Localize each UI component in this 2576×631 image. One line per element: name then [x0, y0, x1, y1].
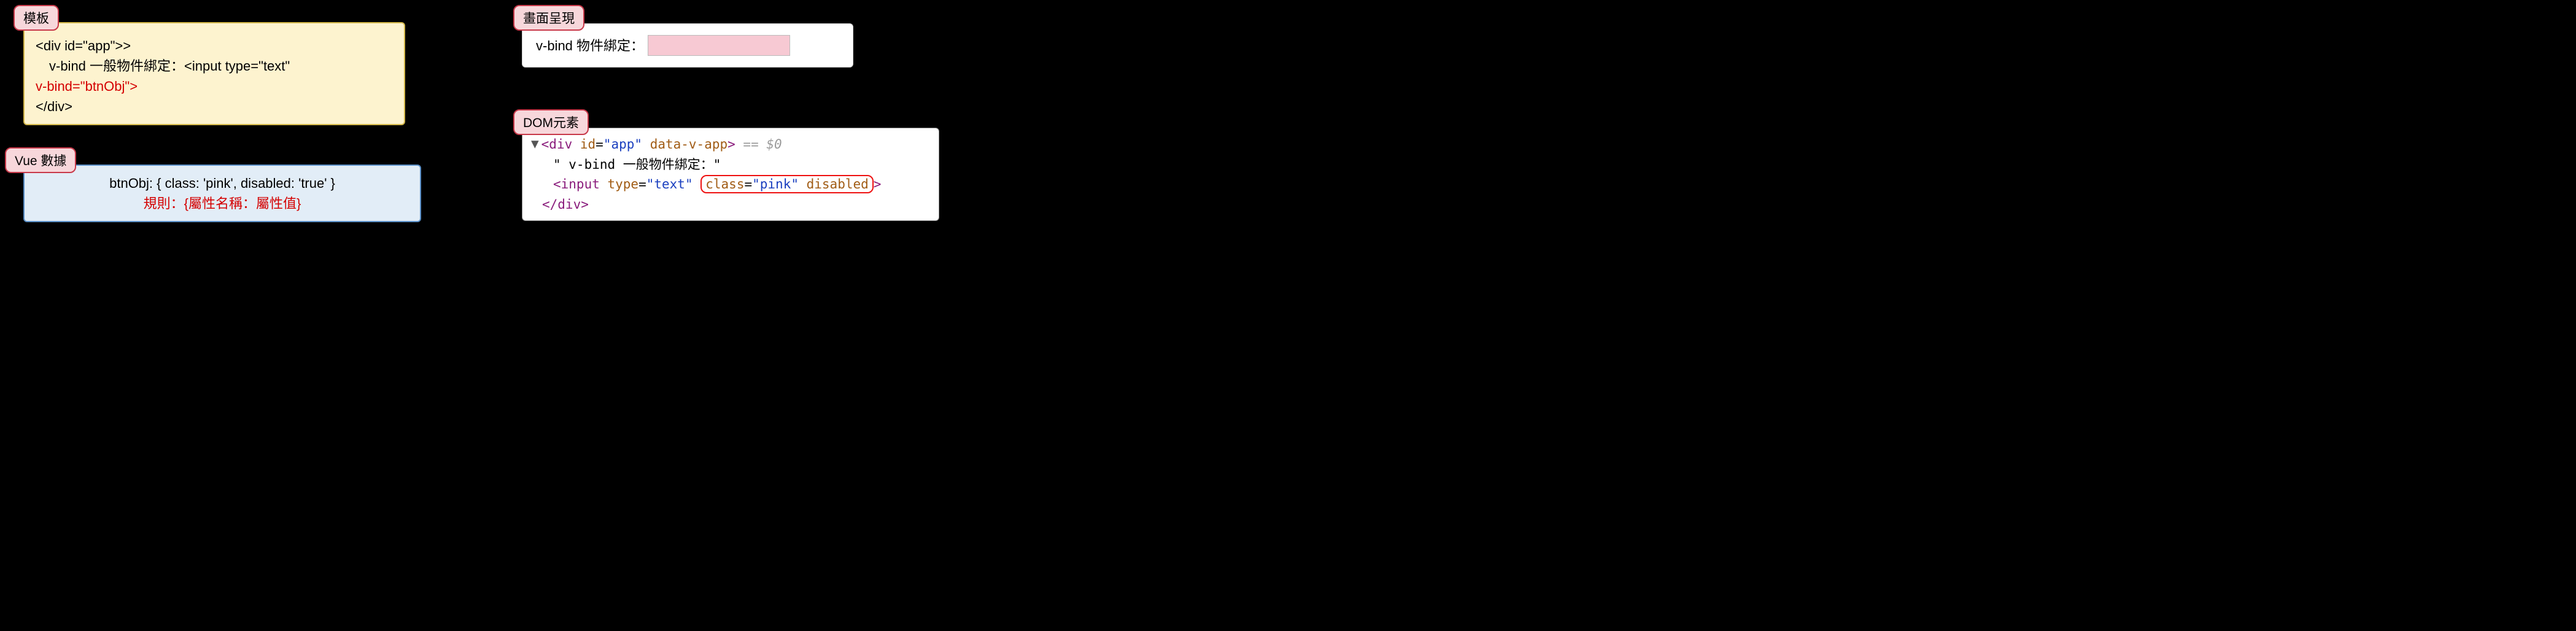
vue-data-line-2: 規則：{屬性名稱：屬性值} — [36, 193, 409, 214]
expand-icon: ▼ — [531, 134, 539, 154]
dom-label: DOM元素 — [513, 109, 589, 135]
dom-input-line: <input type="text" class="pink" disabled… — [531, 174, 930, 195]
template-line-2a: v-bind 一般物件綁定：<input type="text" — [36, 56, 393, 76]
dom-line-div-open: ▼<div id="app" data-v-app> == $0 — [531, 134, 930, 155]
dom-div-close: </div> — [531, 195, 930, 215]
template-line-2b: v-bind="btnObj"> — [36, 76, 393, 96]
template-line-3: </div> — [36, 96, 393, 117]
rendered-disabled-input — [648, 35, 790, 56]
vue-data-label: Vue 數據 — [5, 147, 76, 173]
vue-data-panel: btnObj: { class: 'pink', disabled: 'true… — [23, 165, 421, 222]
dom-inspector-panel: ▼<div id="app" data-v-app> == $0 " v-bin… — [522, 128, 939, 221]
highlighted-attributes: class="pink" disabled — [700, 175, 874, 193]
render-label: 畫面呈現 — [513, 5, 584, 31]
dom-text-node: " v-bind 一般物件綁定：" — [531, 155, 930, 175]
template-code-panel: <div id="app">> v-bind 一般物件綁定：<input typ… — [23, 22, 405, 125]
render-text: v-bind 物件綁定： — [536, 36, 644, 56]
template-label: 模板 — [14, 5, 59, 31]
template-line-1: <div id="app">> — [36, 36, 393, 56]
vue-data-line-1: btnObj: { class: 'pink', disabled: 'true… — [36, 173, 409, 193]
